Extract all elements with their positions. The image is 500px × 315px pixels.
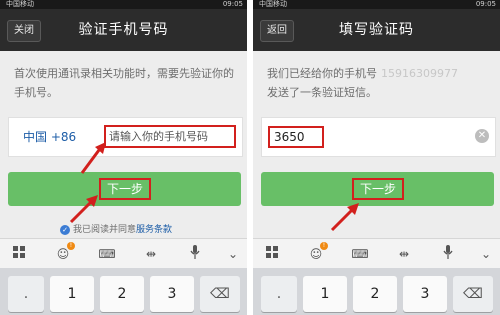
grid-icon[interactable] [263, 245, 281, 263]
agreement-line: ✓ 我已阅读并同意服务条款 [60, 224, 172, 236]
key-3[interactable]: 3 [150, 276, 194, 312]
keyboard-icon[interactable]: ⌨ [351, 245, 369, 263]
clock: 09:05 [222, 0, 243, 8]
masked-phone-number: 15916309977 [381, 67, 458, 80]
backspace-icon: ⌫ [463, 286, 483, 302]
status-bar: 中国移动 09:05 [0, 0, 247, 9]
agreement-text: 我已阅读并同意 [73, 225, 137, 235]
key-1[interactable]: 1 [303, 276, 347, 312]
chevron-down-icon[interactable]: ⌄ [477, 245, 495, 263]
title-bar: 填写验证码 返回 [253, 9, 500, 51]
right-phone-screen: 中国移动 09:05 填写验证码 返回 我们已经给你的手机号 1591630997… [253, 0, 500, 315]
next-step-label: 下一步 [352, 178, 404, 200]
code-input-row: 3650 ✕ [261, 117, 496, 157]
backspace-icon: ⌫ [210, 286, 230, 302]
key-1[interactable]: 1 [50, 276, 94, 312]
check-icon[interactable]: ✓ [60, 224, 70, 235]
left-phone-screen: 中国移动 09:05 验证手机号码 关闭 首次使用通讯录相关功能时，需要先验证你… [0, 0, 247, 315]
next-step-label: 下一步 [99, 178, 151, 200]
backspace-key[interactable]: ⌫ [453, 276, 493, 312]
key-3[interactable]: 3 [403, 276, 447, 312]
emoji-icon[interactable]: ☺! [307, 242, 328, 263]
sms-description-line-2: 发送了一条验证短信。 [267, 86, 377, 99]
terms-link[interactable]: 服务条款 [136, 225, 172, 235]
verification-code-input[interactable]: 3650 [268, 126, 324, 148]
clock: 09:05 [475, 0, 496, 8]
key-dot[interactable]: . [8, 276, 44, 312]
emoji-icon[interactable]: ☺! [54, 242, 75, 263]
title-bar: 验证手机号码 关闭 [0, 9, 247, 51]
clear-icon[interactable]: ✕ [475, 129, 489, 143]
key-2[interactable]: 2 [353, 276, 397, 312]
number-keyboard: . 1 2 3 ⌫ [253, 268, 500, 315]
key-2[interactable]: 2 [100, 276, 144, 312]
microphone-icon[interactable] [186, 245, 204, 263]
notification-badge: ! [320, 242, 328, 250]
chevron-down-icon[interactable]: ⌄ [224, 245, 242, 263]
number-keyboard: . 1 2 3 ⌫ [0, 268, 247, 315]
phone-input-row: 中国 +86 请输入你的手机号码 [8, 117, 243, 157]
cursor-icon[interactable]: ⇹ [142, 245, 160, 263]
verify-description: 首次使用通讯录相关功能时，需要先验证你的手机号。 [14, 67, 234, 99]
back-button[interactable]: 返回 [260, 20, 294, 42]
grid-icon[interactable] [10, 245, 28, 263]
carrier-label: 中国移动 [6, 0, 34, 8]
arrow-to-next-button-icon [69, 195, 98, 224]
key-dot[interactable]: . [261, 276, 297, 312]
status-bar: 中国移动 09:05 [253, 0, 500, 9]
sms-description-line-1: 我们已经给你的手机号 [267, 67, 377, 80]
next-step-button[interactable]: 下一步 [261, 172, 494, 206]
microphone-icon[interactable] [439, 245, 457, 263]
country-code-selector[interactable]: 中国 +86 [23, 118, 76, 156]
close-button[interactable]: 关闭 [7, 20, 41, 42]
carrier-label: 中国移动 [259, 0, 287, 8]
backspace-key[interactable]: ⌫ [200, 276, 240, 312]
keyboard-icon[interactable]: ⌨ [98, 245, 116, 263]
keyboard-toolbar: ☺! ⌨ ⇹ ⌄ [253, 238, 500, 268]
cursor-icon[interactable]: ⇹ [395, 245, 413, 263]
sms-description: 我们已经给你的手机号 15916309977 发送了一条验证短信。 [267, 64, 492, 102]
phone-number-input[interactable]: 请输入你的手机号码 [104, 125, 236, 148]
next-step-button[interactable]: 下一步 [8, 172, 241, 206]
keyboard-toolbar: ☺! ⌨ ⇹ ⌄ [0, 238, 247, 268]
arrow-to-next-button-icon [330, 203, 359, 232]
notification-badge: ! [67, 242, 75, 250]
arrow-to-phone-input-icon [80, 142, 106, 174]
